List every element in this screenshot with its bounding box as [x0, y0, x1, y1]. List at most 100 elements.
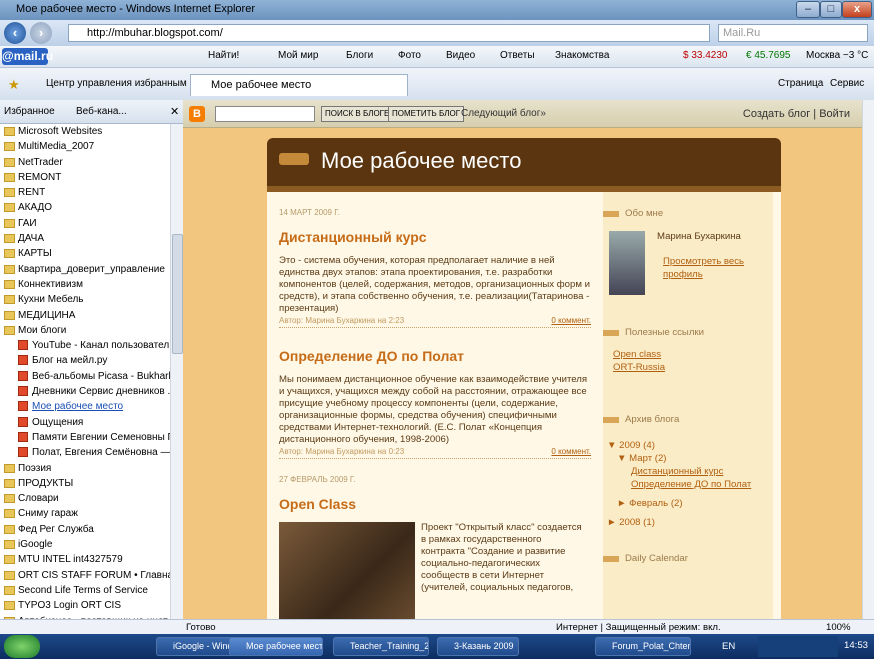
- favorite-folder[interactable]: iGoogle: [0, 537, 170, 552]
- favorite-link[interactable]: Веб-альбомы Picasa - Bukharki...: [0, 369, 170, 384]
- favorite-folder[interactable]: Словари: [0, 491, 170, 506]
- photo-link[interactable]: Фото: [398, 50, 421, 61]
- create-blog-link[interactable]: Создать блог: [743, 108, 810, 120]
- favorite-label: MultiMedia_2007: [18, 141, 95, 153]
- favorite-folder[interactable]: ПРОДУКТЫ: [0, 476, 170, 491]
- comments-link[interactable]: 0 коммент.: [551, 316, 591, 325]
- favorite-label: Мое рабочее место: [32, 401, 124, 413]
- post-title[interactable]: Дистанционный курс: [279, 229, 591, 245]
- back-button[interactable]: ‹: [4, 22, 26, 44]
- close-pane-icon[interactable]: ✕: [170, 105, 179, 118]
- favorite-folder[interactable]: ORT CIS STAFF FORUM • Главная с...: [0, 568, 170, 583]
- favorite-folder[interactable]: КАРТЫ: [0, 246, 170, 261]
- favorite-label: Кухни Мебель: [18, 294, 84, 306]
- archive-march[interactable]: ▼ Март (2): [607, 452, 773, 465]
- mailru-toolbar: @mail.ru Найти! Мой мир Блоги Фото Видео…: [0, 46, 874, 68]
- clock[interactable]: 14:53: [844, 640, 868, 651]
- answers-link[interactable]: Ответы: [500, 50, 535, 61]
- weather[interactable]: Москва −3 °C: [806, 50, 868, 61]
- favorite-label: REMONT: [18, 171, 62, 183]
- author-photo[interactable]: [609, 231, 645, 295]
- favorite-folder[interactable]: REMONT: [0, 170, 170, 185]
- blogger-logo-icon[interactable]: B: [189, 106, 205, 122]
- mailru-logo[interactable]: @mail.ru: [2, 48, 53, 65]
- archive-february[interactable]: ► Февраль (2): [607, 497, 773, 510]
- tab-active[interactable]: Мое рабочее место: [190, 74, 408, 96]
- page-scrollbar[interactable]: [862, 100, 874, 619]
- scroll-thumb[interactable]: [172, 234, 183, 354]
- favorite-folder[interactable]: Квартира_доверит_управление: [0, 262, 170, 277]
- favorite-folder[interactable]: Сниму гараж: [0, 506, 170, 521]
- close-button[interactable]: x: [842, 1, 872, 18]
- taskbar-item[interactable]: Мое рабочее мест...: [229, 637, 323, 656]
- post-title[interactable]: Определение ДО по Полат: [279, 348, 591, 364]
- find-button[interactable]: Найти!: [208, 50, 239, 61]
- security-zone[interactable]: Интернет | Защищенный режим: вкл.: [556, 622, 721, 633]
- archive-post-link[interactable]: Дистанционный курс: [607, 465, 773, 478]
- favorite-folder[interactable]: МЕДИЦИНА: [0, 308, 170, 323]
- archive-2009[interactable]: ▼ 2009 (4): [607, 439, 773, 452]
- link-ort-russia[interactable]: ORT-Russia: [613, 361, 773, 374]
- favorite-link[interactable]: Дневники Сервис дневников ...: [0, 384, 170, 399]
- favorite-label: Словари: [18, 493, 59, 505]
- login-link[interactable]: Войти: [819, 108, 850, 120]
- search-input[interactable]: Mail.Ru: [718, 24, 868, 42]
- favorite-folder[interactable]: Коннективизм: [0, 277, 170, 292]
- favorite-link[interactable]: Полат, Евгения Семёновна — ...: [0, 445, 170, 460]
- favorite-folder[interactable]: MultiMedia_2007: [0, 139, 170, 154]
- favorite-link[interactable]: Мое рабочее место: [0, 399, 170, 414]
- favorite-link[interactable]: YouTube - Канал пользовател...: [0, 338, 170, 353]
- tools-menu[interactable]: Сервис: [830, 78, 864, 89]
- blogs-link[interactable]: Блоги: [346, 50, 373, 61]
- blog-title[interactable]: Мое рабочее место: [321, 148, 521, 174]
- favorite-folder[interactable]: TYPO3 Login ORT CIS: [0, 598, 170, 613]
- taskbar-item[interactable]: Forum_Polat_Chten ...: [595, 637, 691, 656]
- archive-post-link[interactable]: Определение ДО по Полат: [607, 478, 773, 491]
- my-world-link[interactable]: Мой мир: [278, 50, 318, 61]
- post-photo[interactable]: [279, 522, 415, 622]
- taskbar-item[interactable]: Teacher_Training_2...: [333, 637, 429, 656]
- flag-blog-button[interactable]: ПОМЕТИТЬ БЛОГ: [388, 106, 465, 122]
- favorites-scrollbar[interactable]: [170, 124, 183, 634]
- link-open-class[interactable]: Open class: [613, 348, 773, 361]
- favorite-folder[interactable]: Кухни Мебель: [0, 292, 170, 307]
- favorite-label: RENT: [18, 187, 46, 199]
- favorite-link[interactable]: Блог на мейл.ру: [0, 353, 170, 368]
- page-menu[interactable]: Страница: [778, 78, 823, 89]
- post-title[interactable]: Open Class: [279, 496, 591, 512]
- post-body: Проект "Открытый класс" создается в рамк…: [421, 522, 582, 593]
- favorites-center-link[interactable]: Центр управления избранным: [46, 78, 187, 89]
- favorite-folder[interactable]: Second Life Terms of Service: [0, 583, 170, 598]
- profile-link[interactable]: Просмотреть весь профиль: [663, 255, 763, 281]
- favorite-folder[interactable]: ГАИ: [0, 216, 170, 231]
- taskbar-item[interactable]: 3-Казань 2009: [437, 637, 519, 656]
- dating-link[interactable]: Знакомства: [555, 50, 609, 61]
- search-blog-button[interactable]: ПОИСК В БЛОГЕ: [321, 106, 394, 122]
- favorite-folder[interactable]: Мои блоги: [0, 323, 170, 338]
- video-link[interactable]: Видео: [446, 50, 475, 61]
- favorite-folder[interactable]: ДАЧА: [0, 231, 170, 246]
- favorite-folder[interactable]: RENT: [0, 185, 170, 200]
- favorites-tab[interactable]: Избранное: [4, 106, 55, 117]
- favorite-link[interactable]: Памяти Евгении Семеновны П...: [0, 430, 170, 445]
- start-button[interactable]: [4, 635, 40, 658]
- zoom-level[interactable]: 100%: [826, 622, 851, 633]
- favorite-folder[interactable]: Поэзия: [0, 461, 170, 476]
- blog-search-input[interactable]: [215, 106, 315, 122]
- archive-2008[interactable]: ► 2008 (1): [607, 516, 773, 529]
- language-indicator[interactable]: EN: [722, 641, 735, 652]
- favorite-folder[interactable]: Microsoft Websites: [0, 124, 170, 139]
- comments-link[interactable]: 0 коммент.: [551, 447, 591, 456]
- next-blog-link[interactable]: Следующий блог»: [461, 108, 546, 119]
- address-field[interactable]: http://mbuhar.blogspot.com/: [68, 24, 710, 42]
- favorite-folder[interactable]: АКАДО: [0, 200, 170, 215]
- favorite-link[interactable]: Ощущения: [0, 415, 170, 430]
- maximize-button[interactable]: □: [820, 1, 842, 18]
- feeds-tab[interactable]: Веб-кана...: [76, 106, 127, 117]
- favorite-folder[interactable]: Фед Рег Служба: [0, 522, 170, 537]
- minimize-button[interactable]: –: [796, 1, 820, 18]
- favorite-folder[interactable]: NetTrader: [0, 155, 170, 170]
- forward-button[interactable]: ›: [30, 22, 52, 44]
- favorite-folder[interactable]: MTU INTEL int4327579: [0, 552, 170, 567]
- star-icon[interactable]: ★: [8, 77, 20, 93]
